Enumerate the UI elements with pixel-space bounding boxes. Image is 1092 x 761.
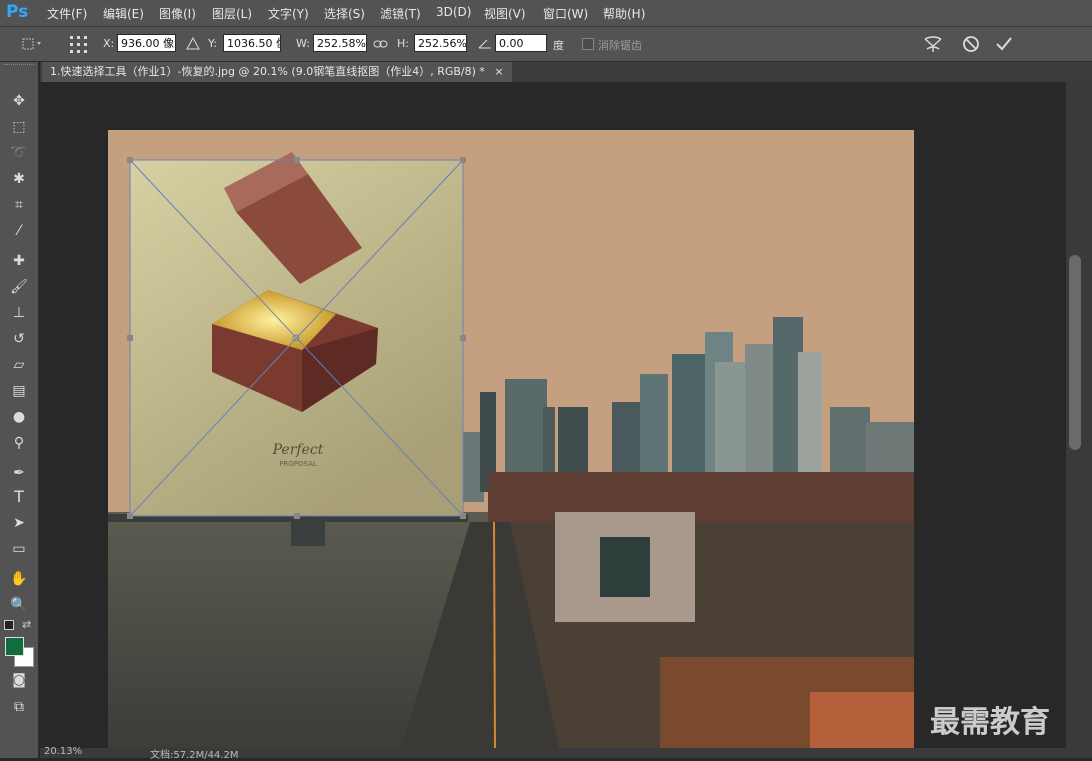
document-size: 文档:57.2M/44.2M <box>150 750 239 761</box>
menu-select[interactable]: 选择(S) <box>324 5 365 22</box>
pen-tool-icon[interactable]: ✒ <box>7 462 31 484</box>
brush-tool-icon[interactable]: 🖌 <box>7 276 31 298</box>
handle-left[interactable] <box>127 335 133 341</box>
poster-title: Perfect <box>272 442 324 458</box>
history-brush-tool-icon[interactable]: ↺ <box>7 328 31 350</box>
eraser-tool-icon[interactable]: ▱ <box>7 354 31 376</box>
h-field[interactable]: 252.56% <box>414 34 467 52</box>
dodge-tool-icon[interactable]: ⚲ <box>7 432 31 454</box>
angle-unit: 度 <box>553 39 564 52</box>
type-tool-icon[interactable]: T <box>7 486 31 508</box>
lasso-tool-icon[interactable]: ➰ <box>7 142 31 164</box>
tools-panel: ✥ ⬚ ➰ ✱ ⌗ ⁄ ✚ 🖌 ⊥ ↺ ▱ ▤ ● ⚲ ✒ T ➤ ▭ ✋ 🔍 … <box>0 62 39 758</box>
shape-tool-icon[interactable]: ▭ <box>7 538 31 560</box>
menu-edit[interactable]: 编辑(E) <box>103 5 144 22</box>
canvas-area[interactable]: Perfect PROPOSAL 最需教育 <box>40 82 1066 748</box>
link-icon[interactable] <box>373 38 389 50</box>
zoom-tool-icon[interactable]: 🔍 <box>7 594 31 616</box>
antialias-checkbox[interactable] <box>582 38 594 50</box>
document-tab-title: 1.快速选择工具（作业1）-恢复的.jpg @ 20.1% (9.0钢笔直线抠图… <box>50 65 485 78</box>
poster-subtitle: PROPOSAL <box>279 460 317 468</box>
menu-layer[interactable]: 图层(L) <box>212 5 252 22</box>
healing-brush-tool-icon[interactable]: ✚ <box>7 250 31 272</box>
cancel-transform-icon[interactable] <box>962 35 980 53</box>
w-label: W: <box>296 37 310 50</box>
commit-transform-icon[interactable] <box>995 35 1013 53</box>
move-tool-preset-icon[interactable] <box>20 36 44 52</box>
handle-top-right[interactable] <box>460 157 466 163</box>
magic-wand-tool-icon[interactable]: ✱ <box>7 168 31 190</box>
menu-window[interactable]: 窗口(W) <box>543 5 588 22</box>
clone-stamp-tool-icon[interactable]: ⊥ <box>7 302 31 324</box>
menu-type[interactable]: 文字(Y) <box>268 5 309 22</box>
menu-bar: Ps 文件(F) 编辑(E) 图像(I) 图层(L) 文字(Y) 选择(S) 滤… <box>0 0 1092 27</box>
vertical-scrollbar-thumb[interactable] <box>1069 255 1081 450</box>
handle-bottom-right[interactable] <box>460 513 466 519</box>
options-bar: X: 936.00 像素 Y: 1036.50 像 W: 252.58% H: … <box>0 27 1092 62</box>
document-canvas[interactable]: Perfect PROPOSAL 最需教育 <box>40 82 1066 748</box>
handle-top[interactable] <box>294 157 300 163</box>
move-tool-icon[interactable]: ✥ <box>7 90 31 112</box>
reference-point-icon[interactable] <box>68 34 90 54</box>
handle-bottom[interactable] <box>294 513 300 519</box>
blur-tool-icon[interactable]: ● <box>7 406 31 428</box>
h-label: H: <box>397 37 409 50</box>
default-colors-icon[interactable] <box>4 620 14 630</box>
menu-help[interactable]: 帮助(H) <box>603 5 645 22</box>
hand-tool-icon[interactable]: ✋ <box>7 568 31 590</box>
status-bar: 20.13% 文档:57.2M/44.2M <box>40 746 1092 761</box>
crop-tool-icon[interactable]: ⌗ <box>7 194 31 216</box>
antialias-label: 消除锯齿 <box>598 39 642 52</box>
w-field[interactable]: 252.58% <box>313 34 367 52</box>
bridge-pier <box>291 522 325 546</box>
path-selection-tool-icon[interactable]: ➤ <box>7 512 31 534</box>
gradient-tool-icon[interactable]: ▤ <box>7 380 31 402</box>
warp-mode-icon[interactable] <box>922 34 944 54</box>
document-tab[interactable]: 1.快速选择工具（作业1）-恢复的.jpg @ 20.1% (9.0钢笔直线抠图… <box>42 62 512 82</box>
handle-top-left[interactable] <box>127 157 133 163</box>
menu-view[interactable]: 视图(V) <box>484 5 526 22</box>
eyedropper-tool-icon[interactable]: ⁄ <box>7 220 31 242</box>
placed-image[interactable]: Perfect PROPOSAL <box>130 152 463 516</box>
swap-colors-icon[interactable]: ⇄ <box>22 618 31 631</box>
menu-image[interactable]: 图像(I) <box>159 5 196 22</box>
app-logo: Ps <box>6 2 29 22</box>
x-label: X: <box>103 37 115 50</box>
marquee-tool-icon[interactable]: ⬚ <box>7 116 31 138</box>
angle-field[interactable]: 0.00 <box>495 34 547 52</box>
handle-bottom-left[interactable] <box>127 513 133 519</box>
document-tab-close[interactable]: × <box>494 65 503 78</box>
menu-filter[interactable]: 滤镜(T) <box>380 5 421 22</box>
y-field[interactable]: 1036.50 像 <box>223 34 281 52</box>
y-label: Y: <box>208 37 217 50</box>
watermark: 最需教育 <box>930 705 1050 740</box>
handle-right[interactable] <box>460 335 466 341</box>
foreground-color-swatch[interactable] <box>5 637 24 656</box>
toolbox-grip[interactable] <box>4 64 34 68</box>
zoom-level[interactable]: 20.13% <box>44 746 82 757</box>
x-field[interactable]: 936.00 像素 <box>117 34 176 52</box>
relative-position-icon[interactable] <box>186 37 200 50</box>
highway-line <box>493 521 496 748</box>
menu-3d[interactable]: 3D(D) <box>436 5 471 19</box>
screen-mode-icon[interactable]: ⧉ <box>7 696 31 718</box>
angle-icon <box>478 39 491 49</box>
menu-file[interactable]: 文件(F) <box>47 5 87 22</box>
quick-mask-icon[interactable]: ◙ <box>7 669 31 691</box>
